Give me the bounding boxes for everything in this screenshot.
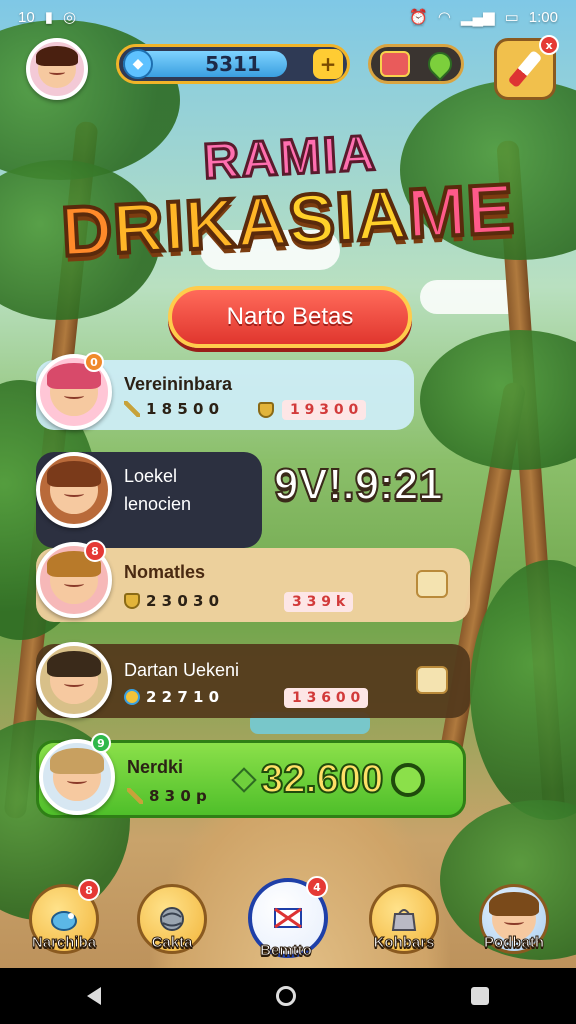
nav-label: Kohbars: [373, 934, 435, 952]
leaderboard-row-highlight[interactable]: 9 Nerdki 8 3 0 p 32.600: [36, 733, 466, 818]
add-currency-button[interactable]: +: [313, 49, 343, 79]
avatar: [36, 452, 112, 528]
nav-badge: 8: [78, 879, 100, 901]
player-avatar[interactable]: [26, 38, 88, 100]
rank-badge: 9: [91, 733, 111, 753]
player-name: Loekel: [124, 466, 178, 486]
notification-icon: ▮: [44, 9, 53, 26]
status-left-text: 10: [18, 8, 35, 26]
nav-label: Bemtto: [260, 942, 313, 960]
edit-tool-button[interactable]: x: [494, 35, 559, 100]
leaderboard-row[interactable]: 8 Nomatles 2 3 0 3 0 3 3 9 k: [36, 540, 470, 622]
nav-item-narchiba[interactable]: 8 Narchiba: [26, 879, 102, 954]
wifi-icon: ◠: [437, 9, 451, 26]
nav-badge: 4: [306, 876, 328, 898]
shield-stat: 1 9 3 0 0: [258, 400, 367, 420]
avatar: [36, 642, 112, 718]
mail-button[interactable]: [416, 666, 448, 694]
nav-item-bemtto[interactable]: 4 Bemtto: [248, 876, 328, 960]
chat-button[interactable]: [416, 570, 448, 598]
player-name: Dartan Uekeni: [124, 660, 240, 680]
alarm-icon: ⏰: [409, 9, 428, 26]
title-part: ME: [403, 167, 518, 254]
map-pill[interactable]: [368, 44, 464, 84]
leaderboard-row[interactable]: 0 Vereininbara 1 8 5 0 0 1 9 3 0 0: [36, 352, 414, 430]
player-stat: 8 3 0 p: [127, 787, 207, 805]
shield-icon: [124, 593, 140, 609]
player-stat: 2 3 0 3 0: [124, 592, 219, 610]
recents-icon[interactable]: [470, 987, 489, 1005]
currency-bar: ◆ 5311 +: [116, 44, 350, 84]
player-stat: 2 2 7 1 0: [124, 688, 219, 706]
gem-icon: ◆: [123, 49, 153, 79]
player-name: Nomatles: [124, 562, 206, 582]
stat-value: 1 8 5 0 0: [146, 400, 220, 418]
shield-icon: [258, 402, 274, 418]
leaderboard-row[interactable]: Loekel lenocien: [36, 452, 262, 548]
stat-value: 8 3 0 p: [149, 787, 207, 805]
player-name: Vereininbara: [124, 374, 233, 394]
title-part: RIKA: [109, 179, 292, 270]
chest-icon: [380, 51, 410, 77]
home-icon[interactable]: [275, 986, 296, 1006]
nav-item-cakta[interactable]: Cakta: [134, 884, 210, 954]
stat-value: 2 3 0 3 0: [146, 592, 220, 610]
big-score: 32.600: [231, 756, 426, 802]
system-nav-bar: [0, 968, 576, 1024]
clock: 1:00: [528, 8, 558, 26]
countdown-timer: 9V!.9:21: [273, 459, 444, 510]
shield-value: 1 9 3 0 0: [282, 400, 367, 420]
sword-icon: [124, 401, 140, 417]
nav-label: Narchiba: [31, 934, 97, 952]
check-icon: [391, 762, 426, 797]
bottom-nav: 8 Narchiba Cakta 4 Bemtto Kohbars Podbat…: [0, 876, 576, 968]
player-name: Nerdki: [127, 757, 184, 777]
player-stat: 1 8 5 0 0: [124, 400, 219, 418]
brush-icon: [507, 49, 543, 89]
back-icon[interactable]: [87, 987, 102, 1005]
battery-icon: ▭: [504, 9, 519, 26]
nav-item-kohbars[interactable]: Kohbars: [366, 884, 442, 954]
sword-icon: [127, 788, 143, 804]
score-value: 1 3 6 0 0: [284, 688, 369, 708]
nav-item-podbath[interactable]: Podbath: [476, 884, 552, 954]
rank-badge: 8: [84, 540, 106, 562]
map-pin-icon: [423, 47, 457, 81]
title-part: D: [58, 188, 118, 273]
rank-badge: 0: [84, 352, 104, 372]
player-subtitle: lenocien: [124, 494, 192, 514]
score-value: 3 3 9 k: [284, 592, 354, 612]
tool-badge: x: [539, 35, 559, 55]
status-bar: 10 ▮ ◎ ⏰ ◠ ▂▄▆ ▭ 1:00: [0, 0, 576, 34]
nav-label: Cakta: [151, 934, 193, 952]
big-score-value: 32.600: [260, 756, 384, 802]
signal-icon: ▂▄▆: [460, 9, 495, 26]
leaderboard-row[interactable]: Dartan Uekeni 2 2 7 1 0 1 3 6 0 0: [36, 642, 470, 718]
sync-icon: ◎: [62, 9, 77, 26]
diamond-icon: [231, 766, 257, 793]
stat-value: 2 2 7 1 0: [146, 688, 220, 706]
title-part: SIA: [284, 173, 412, 261]
currency-amount: 5311: [205, 52, 261, 76]
nav-label: Podbath: [484, 934, 545, 952]
coin-icon: [124, 689, 140, 705]
start-button[interactable]: Narto Betas: [168, 286, 412, 348]
